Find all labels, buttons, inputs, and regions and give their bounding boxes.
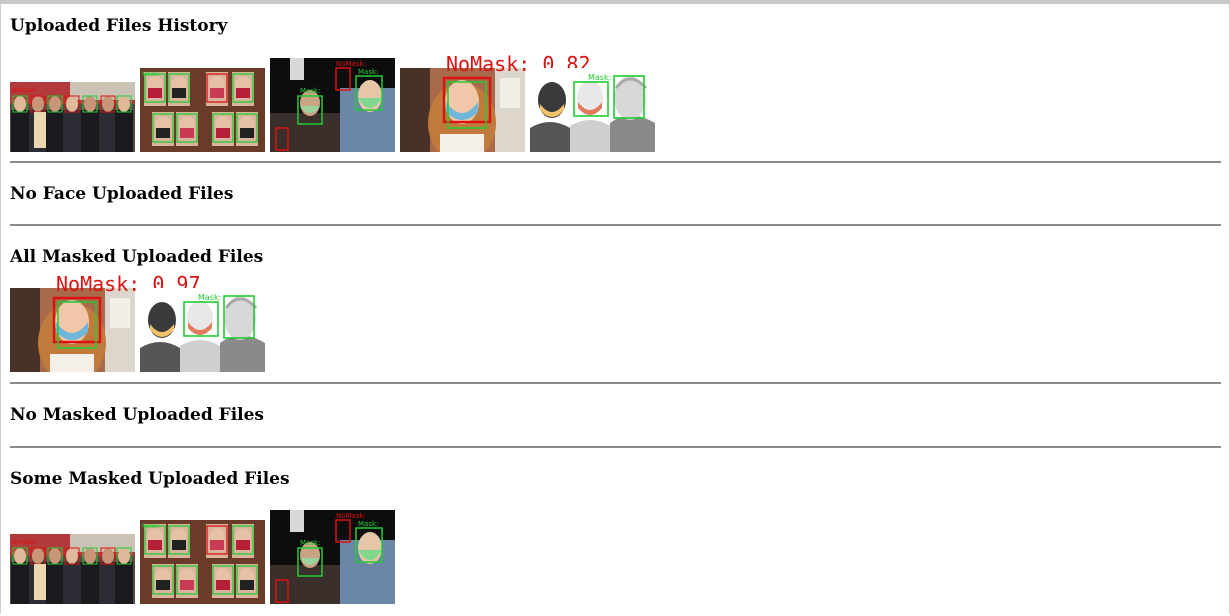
uploaded-image-crowd-street[interactable]: NoMask:	[10, 82, 135, 152]
uploaded-image-cartoon-trio[interactable]: Mask:	[140, 288, 265, 372]
crowd-street-image: NoMask:	[10, 82, 135, 152]
image-strip-history: NoMask: Mask: Mask: NoMask: Mask: NoMask: …	[10, 54, 670, 152]
svg-text:NoMask:: NoMask:	[336, 512, 366, 520]
page-frame: Uploaded Files History NoMask: Mask: Mas…	[0, 4, 1230, 614]
svg-text:Mask:: Mask:	[358, 520, 378, 528]
uploaded-image-mask-grid[interactable]: Mask:	[140, 68, 265, 152]
mask-grid-image: Mask:	[140, 520, 265, 604]
svg-text:Mask:: Mask:	[198, 293, 221, 302]
uploaded-image-cartoon-trio[interactable]: Mask:	[530, 68, 655, 152]
section-title-all-masked: All Masked Uploaded Files	[10, 247, 264, 267]
svg-text:Mask:: Mask:	[300, 87, 320, 95]
section-title-no-face: No Face Uploaded Files	[10, 184, 234, 204]
uploaded-image-woman-mask[interactable]: NoMask: 0.82NoMask: 0.82	[400, 54, 591, 152]
cartoon-trio-image: Mask:	[140, 288, 265, 372]
uploaded-image-dark-portraits[interactable]: Mask: NoMask: Mask:	[270, 58, 395, 152]
crowd-street-image: NoMask:	[10, 534, 135, 604]
svg-text:NoMask:: NoMask:	[12, 539, 38, 546]
woman-mask-image: NoMask: 0.97	[10, 288, 135, 372]
svg-text:Mask:: Mask:	[300, 539, 320, 547]
uploaded-image-dark-portraits[interactable]: Mask: NoMask: Mask:	[270, 510, 395, 604]
svg-text:Mask:: Mask:	[142, 71, 159, 78]
cartoon-trio-image: Mask:	[530, 68, 655, 152]
section-divider	[10, 446, 1221, 448]
dark-portraits-image: Mask:NoMask:Mask:	[270, 510, 395, 604]
section-title-no-masked: No Masked Uploaded Files	[10, 405, 265, 425]
section-divider	[10, 382, 1221, 384]
section-title-some-masked: Some Masked Uploaded Files	[10, 469, 290, 489]
section-divider	[10, 161, 1221, 163]
svg-text:NoMask:: NoMask:	[12, 87, 38, 94]
dark-portraits-image: Mask:NoMask:Mask:	[270, 58, 395, 152]
image-strip-all-masked: NoMask: 0.97NoMask: 0.97 Mask:	[10, 274, 280, 372]
mask-grid-image: Mask:	[140, 68, 265, 152]
section-divider	[10, 224, 1221, 226]
uploaded-image-crowd-street[interactable]: NoMask:	[10, 534, 135, 604]
uploaded-image-mask-grid[interactable]: Mask:	[140, 520, 265, 604]
image-strip-some-masked: NoMask: Mask: Mask: NoMask: Mask:	[10, 508, 410, 604]
woman-mask-image: NoMask: 0.82	[400, 68, 525, 152]
section-title-history: Uploaded Files History	[10, 16, 228, 36]
svg-text:Mask:: Mask:	[358, 68, 378, 76]
svg-text:NoMask:: NoMask:	[336, 60, 366, 68]
svg-text:Mask:: Mask:	[142, 523, 159, 530]
uploaded-image-woman-mask[interactable]: NoMask: 0.97NoMask: 0.97	[10, 274, 201, 372]
svg-text:Mask:: Mask:	[588, 73, 611, 82]
